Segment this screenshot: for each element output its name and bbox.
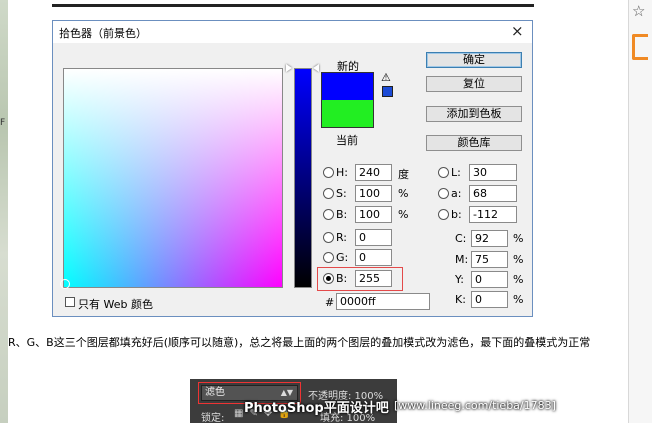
yellow-unit: % xyxy=(513,273,524,286)
lab-a-label: a: xyxy=(451,187,462,200)
hue-slider[interactable] xyxy=(294,68,312,288)
hue-input[interactable]: 240 xyxy=(355,164,392,181)
red-label: R: xyxy=(336,231,348,244)
hue-slider-right-arrow-icon[interactable] xyxy=(313,64,319,72)
brightness-unit: % xyxy=(398,208,409,221)
lab-l-radio[interactable] xyxy=(438,167,449,178)
green-radio[interactable] xyxy=(323,252,334,263)
hue-radio[interactable] xyxy=(323,167,334,178)
red-input[interactable]: 0 xyxy=(355,229,392,246)
close-icon[interactable]: × xyxy=(511,22,524,40)
magenta-input[interactable]: 75 xyxy=(471,251,508,268)
hue-unit: 度 xyxy=(398,168,409,181)
lab-b-label: b: xyxy=(451,208,462,221)
add-to-swatches-button[interactable]: 添加到色板 xyxy=(426,106,522,122)
lab-a-radio[interactable] xyxy=(438,188,449,199)
hue-label: H: xyxy=(336,166,348,179)
color-libraries-button[interactable]: 颜色库 xyxy=(426,135,522,151)
color-field[interactable] xyxy=(60,68,283,289)
magenta-label: M: xyxy=(455,253,469,266)
top-divider xyxy=(52,4,534,7)
blue-radio[interactable] xyxy=(323,273,334,284)
yellow-input[interactable]: 0 xyxy=(471,271,508,288)
new-color-swatch[interactable] xyxy=(321,72,374,100)
color-field-cursor[interactable] xyxy=(60,279,70,289)
lock-label: 锁定: xyxy=(201,413,225,423)
black-unit: % xyxy=(513,293,524,306)
watermark-url: [www.lineeg.com/tieba/1783] xyxy=(394,399,556,412)
lab-b-radio[interactable] xyxy=(438,209,449,220)
orange-hook-icon[interactable] xyxy=(632,34,648,60)
web-colors-only-label: 只有 Web 颜色 xyxy=(78,298,153,311)
reset-button[interactable]: 复位 xyxy=(426,76,522,92)
lab-l-input[interactable]: 30 xyxy=(469,164,517,181)
browser-right-edge xyxy=(628,0,652,423)
dialog-titlebar: 拾色器（前景色） × xyxy=(53,21,532,43)
current-color-swatch[interactable] xyxy=(321,100,374,128)
green-input[interactable]: 0 xyxy=(355,249,392,266)
web-safe-cube-icon[interactable] xyxy=(382,86,393,97)
left-edge-mark: F xyxy=(0,118,6,128)
saturation-unit: % xyxy=(398,187,409,200)
blend-mode-value: 滤色 xyxy=(205,387,225,398)
hue-slider-left-arrow-icon[interactable] xyxy=(286,64,292,72)
brightness-radio[interactable] xyxy=(323,209,334,220)
black-input[interactable]: 0 xyxy=(471,291,508,308)
out-of-gamut-warning-icon[interactable]: ⚠ xyxy=(381,71,391,84)
web-colors-only-checkbox[interactable] xyxy=(65,297,75,307)
left-background-strip xyxy=(0,0,8,423)
dialog-title: 拾色器（前景色） xyxy=(59,27,147,40)
current-color-label: 当前 xyxy=(336,134,358,147)
cyan-label: C: xyxy=(455,232,467,245)
lab-a-input[interactable]: 68 xyxy=(469,185,517,202)
lab-l-label: L: xyxy=(451,166,461,179)
green-label: G: xyxy=(336,251,349,264)
color-picker-dialog: 拾色器（前景色） × 新的 当前 ⚠ 确定 复位 添加到色板 颜色库 H: 24… xyxy=(52,20,533,317)
article-paragraph: R、G、B这三个图层都填充好后(顺序可以随意)，总之将最上面的两个图层的叠加模式… xyxy=(8,336,591,349)
watermark-title: PhotoShop平面设计吧 xyxy=(244,401,389,416)
saturation-input[interactable]: 100 xyxy=(355,185,392,202)
red-radio[interactable] xyxy=(323,232,334,243)
brightness-label: B: xyxy=(336,208,348,221)
cyan-input[interactable]: 92 xyxy=(471,230,508,247)
brightness-input[interactable]: 100 xyxy=(355,206,392,223)
saturation-label: S: xyxy=(336,187,347,200)
hex-label: # xyxy=(325,296,335,309)
yellow-label: Y: xyxy=(455,273,464,286)
blue-input[interactable]: 255 xyxy=(355,270,392,287)
star-icon[interactable]: ☆ xyxy=(632,2,645,20)
lab-b-input[interactable]: -112 xyxy=(469,206,517,223)
blue-label: B: xyxy=(336,272,348,285)
saturation-radio[interactable] xyxy=(323,188,334,199)
cyan-unit: % xyxy=(513,232,524,245)
hex-input[interactable]: 0000ff xyxy=(336,293,430,310)
black-label: K: xyxy=(455,293,466,306)
magenta-unit: % xyxy=(513,253,524,266)
ok-button[interactable]: 确定 xyxy=(426,52,522,68)
